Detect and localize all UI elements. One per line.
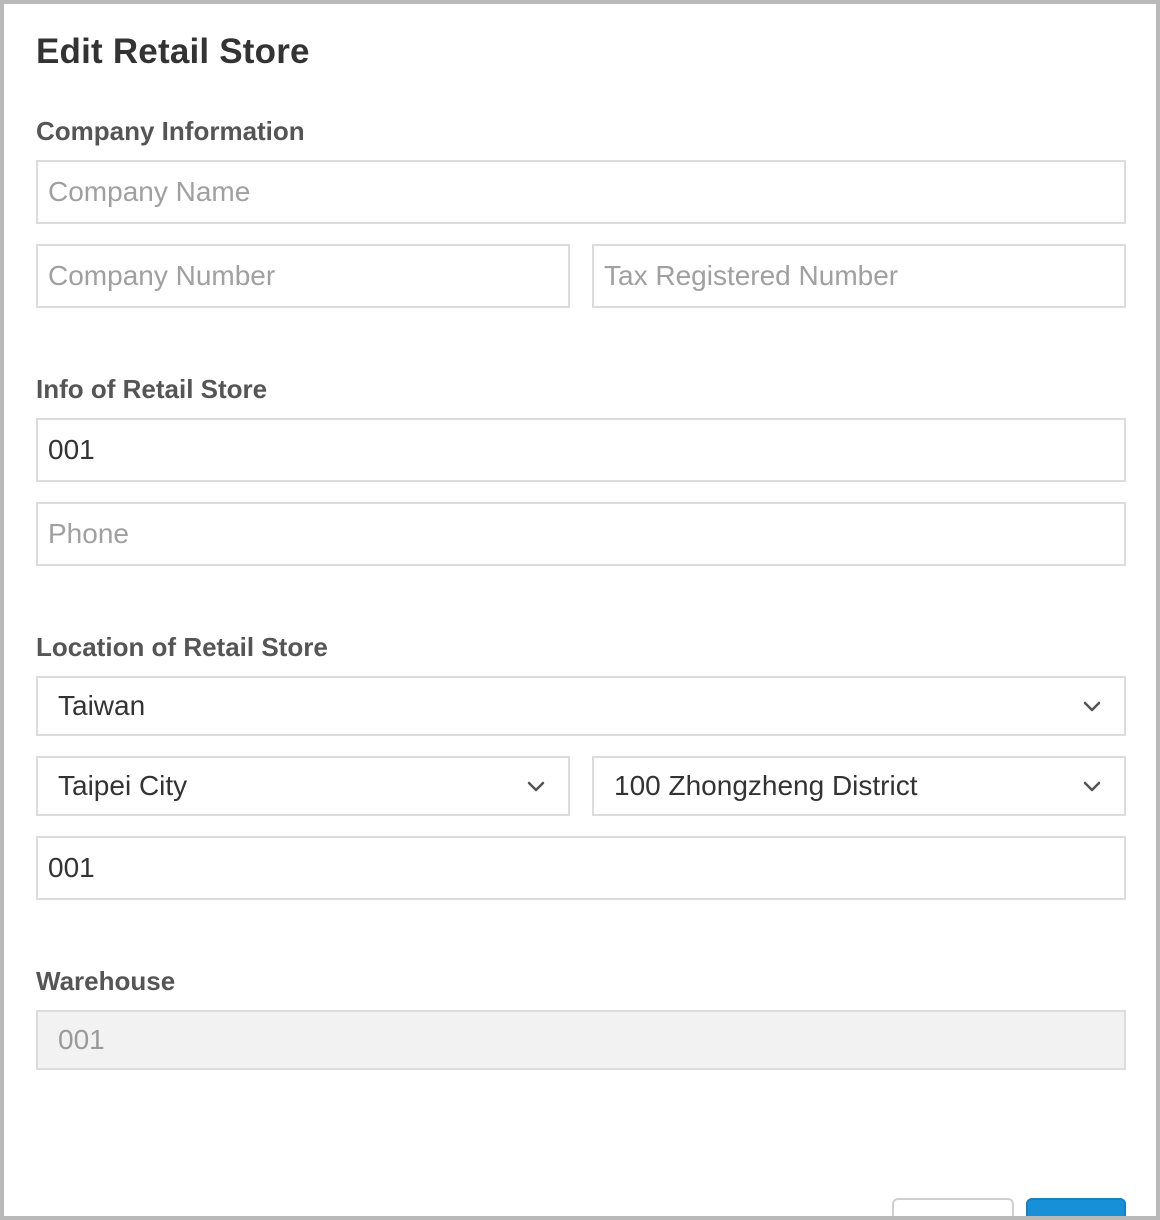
phone-input[interactable] bbox=[38, 504, 1124, 564]
district-select[interactable]: 100 Zhongzheng District bbox=[592, 756, 1126, 816]
warehouse-field: 001 bbox=[36, 1010, 1126, 1070]
chevron-down-icon[interactable] bbox=[1082, 776, 1102, 796]
phone-field[interactable] bbox=[36, 502, 1126, 566]
address-field[interactable] bbox=[36, 836, 1126, 900]
dialog-title: Edit Retail Store bbox=[36, 32, 310, 71]
tax-number-input[interactable] bbox=[594, 246, 1124, 306]
company-number-input[interactable] bbox=[38, 246, 568, 306]
ok-button[interactable] bbox=[1026, 1198, 1126, 1216]
warehouse-value: 001 bbox=[58, 1024, 105, 1055]
location-label: Location of Retail Store bbox=[36, 632, 328, 662]
cancel-button[interactable] bbox=[892, 1198, 1014, 1216]
address-input[interactable] bbox=[38, 838, 1124, 898]
district-value: 100 Zhongzheng District bbox=[614, 770, 918, 801]
company-info-label: Company Information bbox=[36, 116, 305, 146]
city-select[interactable]: Taipei City bbox=[36, 756, 570, 816]
city-value: Taipei City bbox=[58, 770, 188, 801]
chevron-down-icon[interactable] bbox=[1082, 696, 1102, 716]
edit-store-dialog: Edit Retail Store Company Information In… bbox=[0, 0, 1160, 1220]
store-name-field[interactable] bbox=[36, 418, 1126, 482]
country-select[interactable]: Taiwan bbox=[36, 676, 1126, 736]
store-name-input[interactable] bbox=[38, 420, 1124, 480]
company-name-input[interactable] bbox=[38, 162, 1124, 222]
tax-number-field[interactable] bbox=[592, 244, 1126, 308]
store-info-label: Info of Retail Store bbox=[36, 374, 268, 404]
company-name-field[interactable] bbox=[36, 160, 1126, 224]
chevron-down-icon[interactable] bbox=[526, 776, 546, 796]
company-number-field[interactable] bbox=[36, 244, 570, 308]
warehouse-label: Warehouse bbox=[36, 966, 176, 996]
country-value: Taiwan bbox=[58, 690, 146, 721]
